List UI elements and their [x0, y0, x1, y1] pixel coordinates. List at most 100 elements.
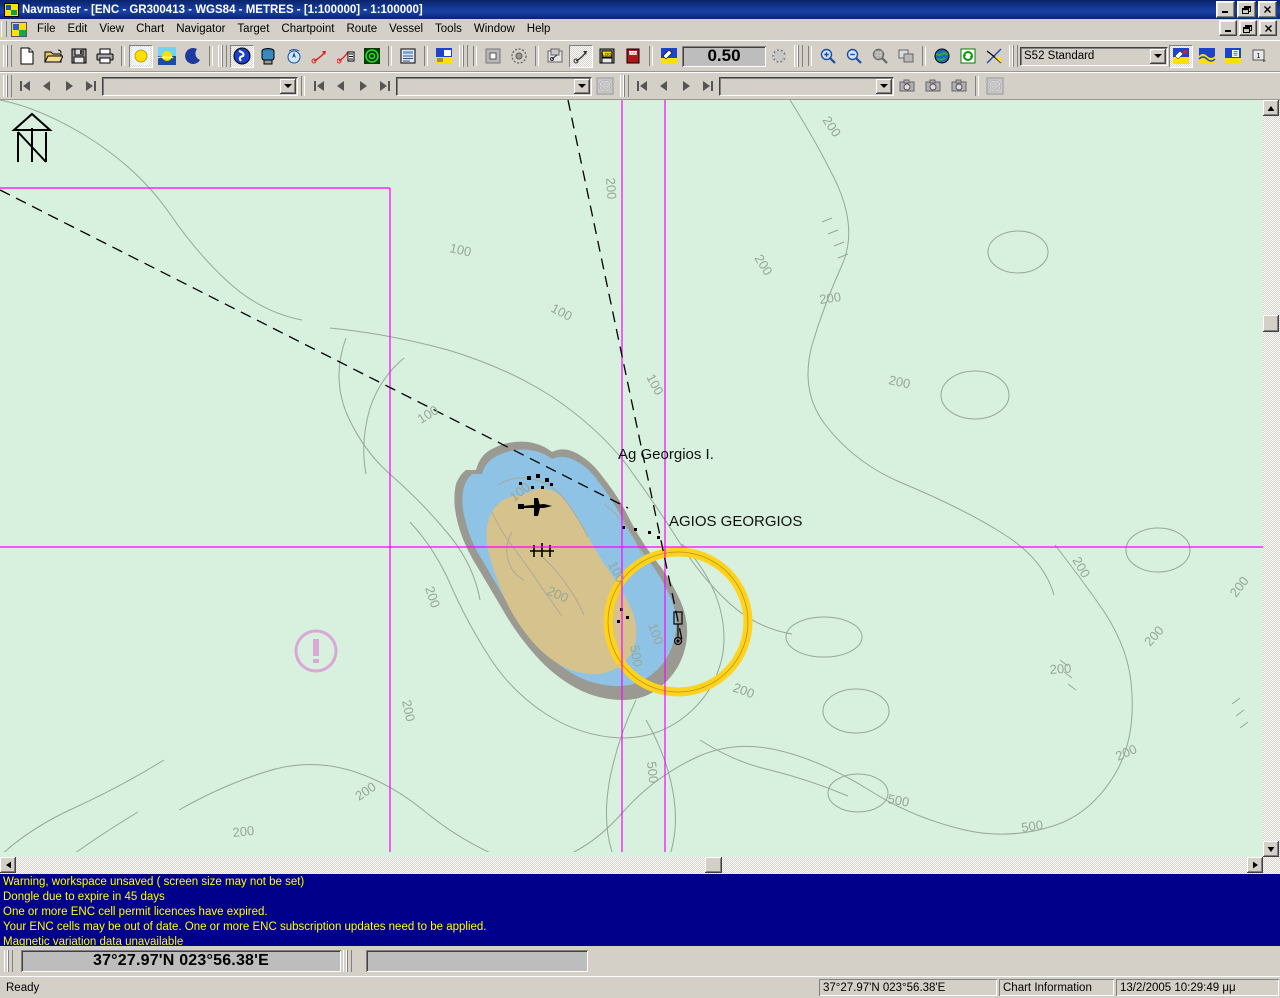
- scroll-down-button[interactable]: [1263, 841, 1279, 857]
- camera-3-icon[interactable]: [947, 75, 971, 98]
- menu-item-navigator[interactable]: Navigator: [170, 21, 231, 37]
- new-document-icon[interactable]: [15, 45, 39, 68]
- camera-2-icon[interactable]: [921, 75, 945, 98]
- chart-vertical-scrollbar[interactable]: [1263, 100, 1280, 874]
- depth-shades-icon[interactable]: [1195, 45, 1219, 68]
- vector-length-value[interactable]: 0.50: [682, 45, 766, 67]
- target-next-button[interactable]: [676, 76, 696, 96]
- waypoint-select-combo[interactable]: [396, 76, 592, 96]
- bottom-grip-2[interactable]: [343, 950, 352, 972]
- vector-scale-icon[interactable]: [657, 45, 681, 68]
- target-select-combo[interactable]: [719, 76, 894, 96]
- waypoint-select-dropdown-button[interactable]: [574, 78, 590, 94]
- minimize-button[interactable]: [1216, 1, 1235, 18]
- mdi-minimize-button[interactable]: [1219, 20, 1237, 36]
- bottom-grip-1[interactable]: [4, 950, 13, 972]
- night-brightness-icon[interactable]: [181, 45, 205, 68]
- route-check-icon[interactable]: [334, 45, 358, 68]
- zoom-in-icon[interactable]: [816, 45, 840, 68]
- save-disk-icon[interactable]: [67, 45, 91, 68]
- vertical-scroll-thumb[interactable]: [1263, 315, 1279, 332]
- menu-item-vessel[interactable]: Vessel: [383, 21, 429, 37]
- restore-button[interactable]: [1237, 1, 1256, 18]
- target-ring-2-icon[interactable]: [983, 75, 1007, 98]
- chart-manager-icon[interactable]: [432, 45, 456, 68]
- route-next-button[interactable]: [59, 76, 79, 96]
- target-last-button[interactable]: [698, 76, 718, 96]
- toolbar-grip-3[interactable]: [459, 45, 468, 67]
- close-button[interactable]: [1258, 1, 1277, 18]
- chart-symbols-icon[interactable]: [1169, 44, 1193, 68]
- scroll-up-button[interactable]: [1263, 100, 1279, 116]
- menu-item-route[interactable]: Route: [340, 21, 383, 37]
- menu-item-file[interactable]: File: [31, 21, 62, 37]
- day-brightness-icon[interactable]: [129, 44, 153, 68]
- nav-toolbar-grip-1[interactable]: [3, 75, 12, 97]
- menu-item-edit[interactable]: Edit: [62, 21, 94, 37]
- enc-chart-canvas[interactable]: .ctr{fill:none;stroke:#97a797;stroke-wid…: [0, 100, 1280, 874]
- toolbar-grip-4[interactable]: [794, 45, 803, 67]
- menu-item-help[interactable]: Help: [521, 21, 557, 37]
- route-prev-button[interactable]: [37, 76, 57, 96]
- mdi-close-button[interactable]: [1259, 20, 1277, 36]
- camera-1-icon[interactable]: [895, 75, 919, 98]
- anchor-watch-icon[interactable]: [507, 45, 531, 68]
- zoom-area-icon[interactable]: [868, 45, 892, 68]
- menu-item-chartpoint[interactable]: Chartpoint: [275, 21, 340, 37]
- compass-icon[interactable]: [282, 45, 306, 68]
- display-mode-dropdown-button[interactable]: [1150, 48, 1166, 64]
- chartpoint-icon[interactable]: [543, 45, 567, 68]
- refresh-chart-icon[interactable]: [956, 45, 980, 68]
- log-book-red-icon[interactable]: LOG: [621, 45, 645, 68]
- menu-item-target[interactable]: Target: [231, 21, 275, 37]
- zoom-window-icon[interactable]: [894, 45, 918, 68]
- scroll-left-button[interactable]: [0, 857, 16, 873]
- target-first-button[interactable]: [632, 76, 652, 96]
- route-cross-icon[interactable]: [982, 45, 1006, 68]
- toolbar-grip-1[interactable]: [3, 45, 12, 67]
- scroll-right-button[interactable]: [1247, 857, 1263, 873]
- open-folder-icon[interactable]: [41, 45, 65, 68]
- route-first-button[interactable]: [15, 76, 35, 96]
- radar-overlay-icon[interactable]: [360, 45, 384, 68]
- chart-notes-icon[interactable]: [256, 45, 280, 68]
- route-select-combo[interactable]: [102, 76, 298, 96]
- target-prev-button[interactable]: [654, 76, 674, 96]
- target-select-dropdown-button[interactable]: [876, 78, 892, 94]
- horizontal-scroll-thumb[interactable]: [705, 857, 722, 873]
- toolbar-grip-5[interactable]: [1009, 45, 1018, 67]
- target-ring-icon[interactable]: [767, 45, 791, 68]
- cell-info-icon[interactable]: 1: [1247, 45, 1271, 68]
- menu-item-window[interactable]: Window: [468, 21, 521, 37]
- route-plan-icon[interactable]: [308, 45, 332, 68]
- stop-square-icon[interactable]: [481, 45, 505, 68]
- menu-item-chart[interactable]: Chart: [130, 21, 170, 37]
- world-globe-icon[interactable]: [930, 45, 954, 68]
- mdi-restore-button[interactable]: [1239, 20, 1257, 36]
- menu-drag-grip[interactable]: [1, 21, 7, 37]
- print-icon[interactable]: [93, 45, 117, 68]
- waypoint-last-button[interactable]: [375, 76, 395, 96]
- warnings-panel[interactable]: Warning, workspace unsaved ( screen size…: [0, 874, 1280, 946]
- logbook-icon[interactable]: [396, 45, 420, 68]
- nav-toolbar-grip-2[interactable]: [620, 75, 629, 97]
- toolbar-grip-2[interactable]: [218, 45, 227, 67]
- waypoint-first-button[interactable]: [309, 76, 329, 96]
- leg-bearing-icon[interactable]: [569, 44, 593, 68]
- route-select-dropdown-button[interactable]: [280, 78, 296, 94]
- display-mode-combo[interactable]: S52 Standard: [1020, 46, 1168, 66]
- waypoint-next-button[interactable]: [353, 76, 373, 96]
- dusk-brightness-icon[interactable]: [155, 45, 179, 68]
- mdi-document-icon[interactable]: [11, 21, 27, 37]
- menu-item-view[interactable]: View: [93, 21, 130, 37]
- route-last-button[interactable]: [81, 76, 101, 96]
- status-chart-information[interactable]: Chart Information: [999, 979, 1114, 996]
- log-save-icon[interactable]: LOG: [595, 45, 619, 68]
- enc-chart-icon[interactable]: [230, 44, 254, 68]
- chart-horizontal-scrollbar[interactable]: [0, 857, 1280, 874]
- waypoint-prev-button[interactable]: [331, 76, 351, 96]
- menu-item-tools[interactable]: Tools: [429, 21, 468, 37]
- text-labels-icon[interactable]: [1221, 45, 1245, 68]
- waypoint-target-circle-icon[interactable]: [593, 75, 617, 98]
- zoom-out-icon[interactable]: [842, 45, 866, 68]
